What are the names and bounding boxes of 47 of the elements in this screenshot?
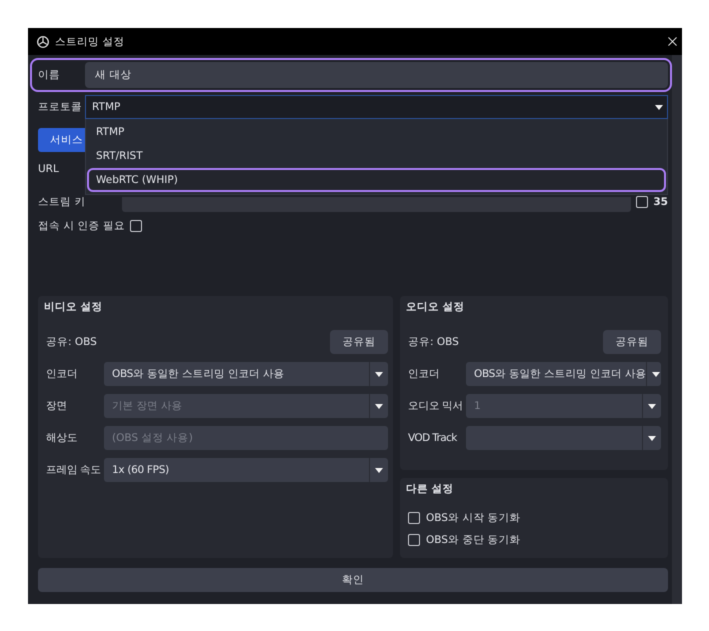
checkbox-label: 35 (653, 196, 668, 208)
checkbox-label: OBS와 중단 동기화 (426, 533, 521, 547)
checkbox[interactable] (636, 196, 648, 208)
dropdown-option[interactable]: SRT/RIST (87, 144, 666, 168)
field-label: 인코더 (46, 367, 78, 381)
caret-icon (655, 104, 663, 110)
dropdown[interactable]: OBS와 동일한 스트리밍 인코더 사용 (104, 362, 388, 386)
field-label: 이름 (38, 68, 61, 82)
caret-icon (652, 372, 660, 376)
panel-title: 다른 설정 (406, 482, 454, 497)
field-label: 프레임 속도 (46, 463, 101, 477)
checkbox-label: 접속 시 인증 필요 (38, 219, 126, 233)
dropdown-option[interactable]: RTMP (87, 120, 666, 144)
shared-label: 공유: OBS (408, 335, 459, 349)
name-input[interactable]: 새 대상 (85, 62, 668, 88)
window-title: 스트리밍 설정 (55, 34, 124, 48)
shared-label: 공유: OBS (46, 335, 97, 349)
logo-icon (37, 36, 49, 48)
caret-icon (375, 372, 383, 376)
checkbox-label: OBS와 시작 동기화 (426, 511, 521, 525)
service-button[interactable]: 서비스 (38, 128, 85, 152)
panel-title: 비디오 설정 (44, 300, 103, 315)
text-field[interactable]: (OBS 설정 사용) (104, 426, 388, 450)
field-label: 오디오 믹서 (408, 399, 463, 413)
protocol-dropdown[interactable]: RTMP (85, 95, 668, 119)
dropdown-option[interactable]: WebRTC (WHIP) (87, 168, 666, 192)
dropdown[interactable]: 1x (60 FPS) (104, 458, 388, 482)
checkbox[interactable] (408, 534, 420, 546)
caret-icon (375, 468, 383, 472)
field-label: VOD Track (408, 432, 457, 444)
close-icon[interactable] (668, 37, 677, 46)
panel-title: 오디오 설정 (406, 300, 465, 315)
field-label: 스트림 키 (38, 195, 86, 209)
field-label: 장면 (46, 399, 67, 413)
shared-button[interactable]: 공유됨 (603, 330, 661, 354)
caret-icon (648, 436, 656, 440)
caret-icon (648, 404, 656, 408)
field-label: 인코더 (408, 367, 440, 381)
field-label: 해상도 (46, 431, 78, 445)
checkbox[interactable] (408, 512, 420, 524)
shared-button[interactable]: 공유됨 (330, 330, 388, 354)
field-label: 프로토콜 (38, 100, 83, 114)
checkbox[interactable] (130, 220, 142, 232)
dropdown[interactable]: OBS와 동일한 스트리밍 인코더 사용 (466, 362, 661, 386)
caret-icon (375, 404, 383, 408)
field-label: URL (38, 163, 59, 175)
confirm-button[interactable]: 확인 (38, 568, 668, 592)
